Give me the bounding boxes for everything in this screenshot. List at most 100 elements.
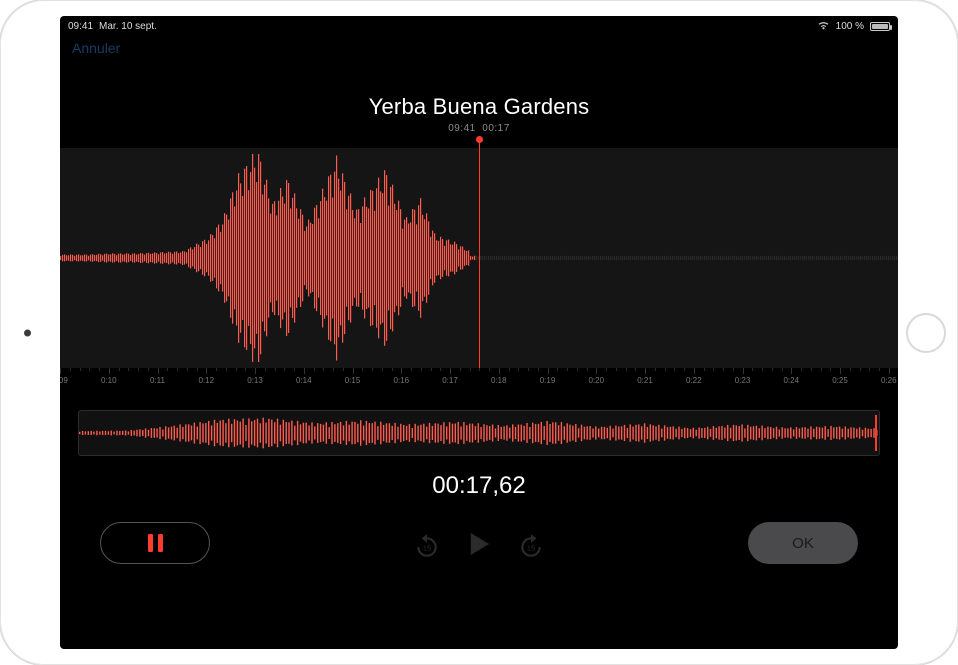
ruler-minor-tick	[713, 368, 723, 394]
ruler-minor-tick	[167, 368, 177, 394]
ruler-tick: 0:09	[60, 368, 70, 394]
pause-button[interactable]	[100, 522, 210, 564]
ruler-minor-tick	[557, 368, 567, 394]
recording-title[interactable]: Yerba Buena Gardens	[60, 94, 898, 120]
transport-controls: 15 15 OK	[60, 522, 898, 570]
ruler-minor-tick	[333, 368, 343, 394]
ruler-minor-tick	[275, 368, 285, 394]
ruler-minor-tick	[762, 368, 772, 394]
recording-header: Yerba Buena Gardens 09:41 00:17	[60, 94, 898, 134]
ruler-minor-tick	[70, 368, 80, 394]
done-button[interactable]: OK	[748, 522, 858, 564]
status-date: Mar. 10 sept.	[99, 21, 157, 32]
ipad-frame: 09:41 Mar. 10 sept. 100 % Annuler Yerba …	[0, 0, 958, 665]
ruler-minor-tick	[801, 368, 811, 394]
play-button[interactable]	[468, 531, 490, 562]
ruler-tick: 0:15	[353, 368, 363, 394]
ruler-tick: 0:24	[791, 368, 801, 394]
ruler-minor-tick	[382, 368, 392, 394]
waveform-overview[interactable]	[78, 410, 880, 456]
home-button[interactable]	[906, 313, 946, 353]
ruler-minor-tick	[850, 368, 860, 394]
ruler-tick: 0:13	[255, 368, 265, 394]
recording-created-time: 09:41	[448, 123, 476, 134]
ruler-minor-tick	[704, 368, 714, 394]
ruler-minor-tick	[80, 368, 90, 394]
ruler-minor-tick	[655, 368, 665, 394]
ruler-minor-tick	[284, 368, 294, 394]
playhead[interactable]	[479, 140, 480, 376]
ruler-minor-tick	[509, 368, 519, 394]
ruler-minor-tick	[431, 368, 441, 394]
pause-icon	[148, 534, 163, 552]
status-time: 09:41	[68, 21, 93, 32]
ruler-minor-tick	[362, 368, 372, 394]
ruler-minor-tick	[89, 368, 99, 394]
ruler-minor-tick	[128, 368, 138, 394]
ruler-minor-tick	[811, 368, 821, 394]
svg-text:15: 15	[527, 543, 535, 552]
ruler-minor-tick	[577, 368, 587, 394]
elapsed-time: 00:17,62	[60, 472, 898, 500]
skip-back-15-button[interactable]: 15	[414, 533, 440, 559]
ruler-minor-tick	[674, 368, 684, 394]
ruler-minor-tick	[479, 368, 489, 394]
ruler-minor-tick	[616, 368, 626, 394]
waveform-main[interactable]	[60, 148, 898, 368]
ruler-tick: 0:10	[109, 368, 119, 394]
ruler-minor-tick	[821, 368, 831, 394]
ruler-minor-tick	[626, 368, 636, 394]
ruler-tick: 0:23	[743, 368, 753, 394]
ruler-minor-tick	[177, 368, 187, 394]
ruler-tick: 0:25	[840, 368, 850, 394]
ruler-tick: 0:19	[548, 368, 558, 394]
waveform-overview-svg	[79, 411, 879, 455]
ruler-minor-tick	[752, 368, 762, 394]
ruler-tick: 0:17	[450, 368, 460, 394]
ruler-minor-tick	[665, 368, 675, 394]
ruler-minor-tick	[723, 368, 733, 394]
ruler-minor-tick	[421, 368, 431, 394]
recording-subtitle: 09:41 00:17	[60, 123, 898, 134]
ruler-minor-tick	[411, 368, 421, 394]
battery-icon	[870, 22, 890, 31]
ruler-minor-tick	[372, 368, 382, 394]
status-bar: 09:41 Mar. 10 sept. 100 %	[60, 16, 898, 36]
ruler-tick: 0:26	[889, 368, 898, 394]
ruler-tick: 0:12	[206, 368, 216, 394]
done-button-label: OK	[792, 535, 814, 552]
ruler-minor-tick	[187, 368, 197, 394]
time-ruler[interactable]: 0:09 0:10 0:11 0:12 0:13 0:14 0:15 0:16 0:17 0:18…	[60, 368, 898, 394]
ruler-minor-tick	[869, 368, 879, 394]
ruler-tick: 0:21	[645, 368, 655, 394]
skip-forward-15-button[interactable]: 15	[518, 533, 544, 559]
ruler-minor-tick	[314, 368, 324, 394]
ruler-tick: 0:20	[596, 368, 606, 394]
ruler-tick: 0:11	[158, 368, 168, 394]
overview-end-marker	[875, 415, 877, 451]
ruler-minor-tick	[226, 368, 236, 394]
recording-duration: 00:17	[482, 123, 510, 134]
ruler-minor-tick	[216, 368, 226, 394]
ruler-minor-tick	[860, 368, 870, 394]
ruler-minor-tick	[323, 368, 333, 394]
ruler-minor-tick	[460, 368, 470, 394]
ruler-minor-tick	[528, 368, 538, 394]
wifi-icon	[817, 20, 830, 33]
ruler-minor-tick	[119, 368, 129, 394]
status-battery-text: 100 %	[836, 21, 864, 32]
ruler-minor-tick	[518, 368, 528, 394]
front-camera	[24, 329, 31, 336]
ruler-tick: 0:22	[694, 368, 704, 394]
ruler-tick: 0:18	[499, 368, 509, 394]
screen: 09:41 Mar. 10 sept. 100 % Annuler Yerba …	[60, 16, 898, 649]
ruler-minor-tick	[265, 368, 275, 394]
ruler-minor-tick	[772, 368, 782, 394]
ruler-tick: 0:14	[304, 368, 314, 394]
ruler-minor-tick	[236, 368, 246, 394]
cancel-button[interactable]: Annuler	[72, 40, 120, 56]
ruler-tick: 0:16	[401, 368, 411, 394]
ruler-minor-tick	[606, 368, 616, 394]
ruler-minor-tick	[470, 368, 480, 394]
ruler-minor-tick	[567, 368, 577, 394]
